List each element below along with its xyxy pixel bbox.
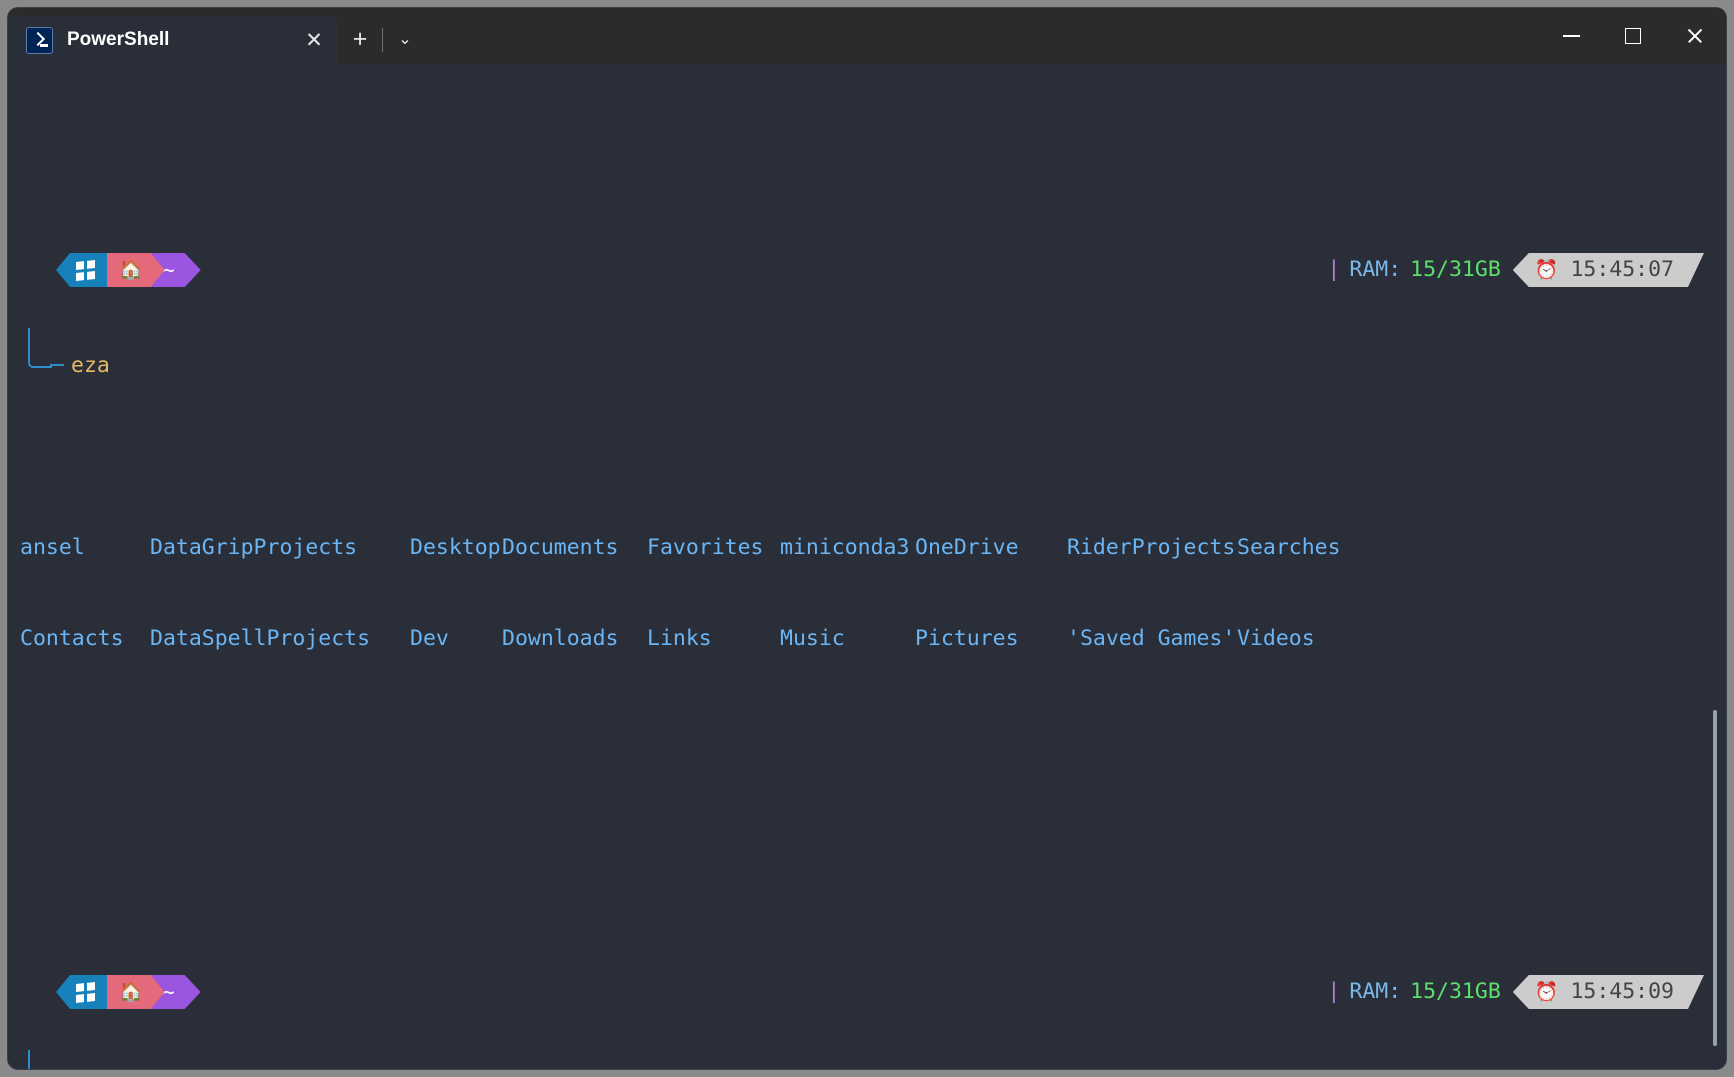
powerline-prompt: 🏠 ~: [56, 253, 201, 287]
command-block-2: 🏠 ~ | RAM: 15/31GB ⏰ 15:45:09: [8, 912, 1726, 1069]
title-bar: PowerShell ✕ + ⌄: [8, 8, 1726, 64]
alarm-clock-icon: ⏰: [1534, 981, 1559, 1003]
dir-entry: DataSpellProjects: [150, 626, 371, 651]
dir-entry: Pictures: [915, 626, 1019, 651]
dir-entry: Contacts: [20, 626, 124, 651]
command-name-1: eza: [71, 353, 110, 378]
dir-entry: Music: [780, 626, 845, 651]
prompt-elbow-icon: [28, 1050, 52, 1069]
terminal-output[interactable]: 🏠 ~ | RAM: 15/31GB ⏰ 15:45:07 eza ansel …: [8, 64, 1726, 1069]
powerline-prompt: 🏠 ~: [56, 975, 201, 1009]
dir-entry: Documents: [502, 535, 619, 560]
ram-value: 15/31GB: [1410, 979, 1501, 1004]
dir-entry: DataGripProjects: [150, 535, 358, 560]
minimize-icon: [1562, 35, 1580, 37]
clock-segment-2: ⏰ 15:45:09: [1513, 975, 1704, 1009]
minimize-button[interactable]: [1540, 8, 1602, 64]
windows-logo-icon: [56, 975, 107, 1009]
tab-title: PowerShell: [67, 29, 170, 50]
prompt-right-status-1: | RAM: 15/31GB ⏰ 15:45:07: [1327, 250, 1704, 290]
dir-entry: miniconda3: [780, 535, 910, 560]
dir-entry: Favorites: [647, 535, 764, 560]
ram-value: 15/31GB: [1410, 257, 1501, 282]
status-separator: |: [1327, 979, 1341, 1004]
close-icon: [1686, 27, 1704, 45]
prompt-right-status-2: | RAM: 15/31GB ⏰ 15:45:09: [1327, 972, 1704, 1012]
ram-label: RAM:: [1349, 979, 1402, 1004]
command-block-1: 🏠 ~ | RAM: 15/31GB ⏰ 15:45:07 eza ansel …: [8, 190, 1726, 774]
prompt-elbow-icon: [28, 328, 52, 368]
tab-powershell[interactable]: PowerShell ✕: [8, 16, 338, 64]
chevron-down-icon[interactable]: ⌄: [383, 17, 427, 61]
dir-entry: Videos: [1237, 626, 1315, 651]
dir-entry: Links: [647, 626, 712, 651]
prompt-elbow-tail: [50, 364, 64, 366]
output-grid-1: ansel DataGripProjects Desktop Documents…: [8, 472, 1726, 714]
window-controls: [1540, 8, 1726, 64]
clock-time-2: 15:45:09: [1570, 979, 1674, 1004]
new-tab-button[interactable]: +: [338, 17, 382, 61]
dir-entry: Searches: [1237, 535, 1341, 560]
ram-label: RAM:: [1349, 257, 1402, 282]
prompt-line-1: 🏠 ~ | RAM: 15/31GB ⏰ 15:45:07: [8, 250, 1726, 290]
close-tab-button[interactable]: ✕: [296, 22, 332, 58]
close-window-button[interactable]: [1664, 8, 1726, 64]
dir-entry: Downloads: [502, 626, 619, 651]
clock-segment-1: ⏰ 15:45:07: [1513, 253, 1704, 287]
command-line-1: eza: [8, 328, 1726, 382]
windows-logo-icon: [56, 253, 107, 287]
clock-time-1: 15:45:07: [1570, 257, 1674, 282]
prompt-line-2: 🏠 ~ | RAM: 15/31GB ⏰ 15:45:09: [8, 972, 1726, 1012]
status-separator: |: [1327, 257, 1341, 282]
dir-entry: Dev: [410, 626, 449, 651]
terminal-window: PowerShell ✕ + ⌄ 🏠 ~ | RAM: 15/31GB ⏰ 15…: [8, 8, 1726, 1069]
scrollbar-track[interactable]: [1712, 70, 1719, 1069]
grid-row: Contacts DataSpellProjects Dev Downloads…: [20, 623, 1726, 654]
dir-entry: Desktop: [410, 535, 501, 560]
alarm-clock-icon: ⏰: [1534, 259, 1559, 281]
dir-entry: ansel: [20, 535, 85, 560]
scrollbar-thumb[interactable]: [1713, 710, 1717, 1046]
grid-row: ansel DataGripProjects Desktop Documents…: [20, 532, 1726, 563]
dir-entry: RiderProjects: [1067, 535, 1236, 560]
powershell-icon: [26, 26, 53, 54]
dir-entry: 'Saved Games': [1067, 626, 1236, 651]
maximize-icon: [1625, 28, 1641, 44]
dir-entry: OneDrive: [915, 535, 1019, 560]
house-emoji: 🏠: [119, 258, 143, 281]
house-emoji: 🏠: [119, 980, 143, 1003]
maximize-button[interactable]: [1602, 8, 1664, 64]
